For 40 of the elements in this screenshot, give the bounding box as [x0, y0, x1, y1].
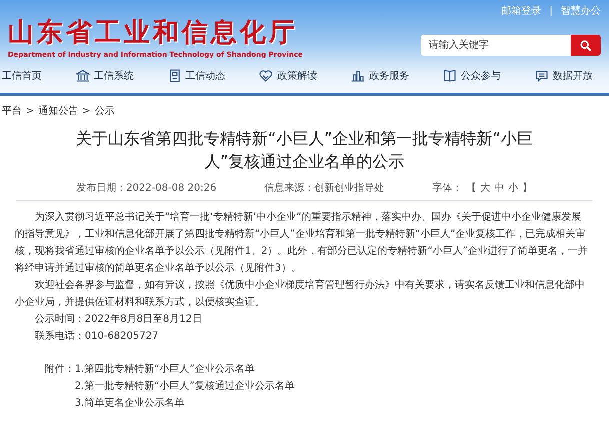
- bracket: 【: [466, 182, 477, 196]
- building-icon: [351, 69, 366, 83]
- attachment-link[interactable]: 2.第一批专精特新“小巨人”复核通过企业公示名单: [75, 378, 295, 395]
- nav-link[interactable]: 公众参与: [443, 68, 502, 84]
- nav-link[interactable]: 工信首页: [2, 68, 42, 84]
- heart-icon: [259, 69, 274, 83]
- nav-link[interactable]: 工信系统: [76, 68, 134, 84]
- nav-link[interactable]: 政务服务: [351, 68, 410, 84]
- paragraph: 为深入贯彻习近平总书记关于“培育一批‘专精特新’中小企业”的重要指示精神，落实中办、国办《关于促进中小企业健康发展的指导意见》，工业和信息化部开展了第四批专精特新“小巨人”企业培育和第一批专精特新“小巨人”企业复核工作，已完成相关审核，现将我省通过审核的企业名单予以公示（见附件1、2）。此外，有部分已认定的专精特新“小巨人”企业进行了简单更名，一并将经申请并通过审核的简单更名企业名单予以公示（见附件3）。: [15, 210, 590, 276]
- nav-link[interactable]: 工信动态: [168, 68, 226, 84]
- breadcrumb-link[interactable]: 平台: [2, 104, 22, 119]
- font-size-link[interactable]: 小: [508, 181, 519, 196]
- search-button[interactable]: [571, 35, 601, 56]
- bracket: 】: [522, 182, 533, 196]
- breadcrumb-link[interactable]: 通知公告: [38, 104, 78, 119]
- book-icon: [443, 69, 458, 83]
- attachment-link[interactable]: 3.简单更名企业公示名单: [75, 395, 295, 412]
- attachment-link[interactable]: 1.第四批专精特新“小巨人”企业公示名单: [75, 361, 295, 378]
- nav-link[interactable]: 数据开放: [534, 68, 593, 84]
- site-title: 山东省工业和信息化厅: [8, 20, 299, 46]
- separator: |: [550, 5, 553, 19]
- search-field[interactable]: 请输入关键字: [421, 35, 571, 56]
- publish-date: 发布日期：2022-08-08 20:26: [76, 182, 217, 196]
- document-icon: [168, 69, 182, 83]
- columns-icon: [76, 69, 90, 83]
- info-source: 信息来源：创新创业指导处: [264, 182, 385, 196]
- paragraph: 公示时间：2022年8月8日至8月12日: [34, 312, 204, 327]
- article-title: 关于山东省第四批专精特新“小巨人”企业和第一批专精特新“小巨人”复核通过企业名单的公示: [75, 128, 534, 173]
- font-size-label: 字体：: [432, 182, 463, 196]
- paragraph: 联系电话：010-68205727: [34, 330, 160, 344]
- search-icon: [580, 40, 592, 52]
- paragraph: 欢迎社会各界参与监督，如有异议，按照《优质中小企业梯度培育管理暂行办法》中有关要求，请实名反馈工业和信息化部中小企业局，并提供佐证材料和联系方式，以便核实查证。: [15, 278, 586, 310]
- chat-icon: [534, 69, 549, 83]
- font-size-link[interactable]: 中: [494, 181, 505, 196]
- breadcrumb-separator: >: [26, 105, 34, 119]
- font-size-link[interactable]: 大: [480, 181, 491, 196]
- breadcrumb-link[interactable]: 公示: [94, 104, 115, 119]
- breadcrumb-separator: >: [82, 105, 91, 119]
- attachments-label: 附件：: [45, 363, 75, 377]
- nav-link[interactable]: 政策解读: [259, 68, 318, 84]
